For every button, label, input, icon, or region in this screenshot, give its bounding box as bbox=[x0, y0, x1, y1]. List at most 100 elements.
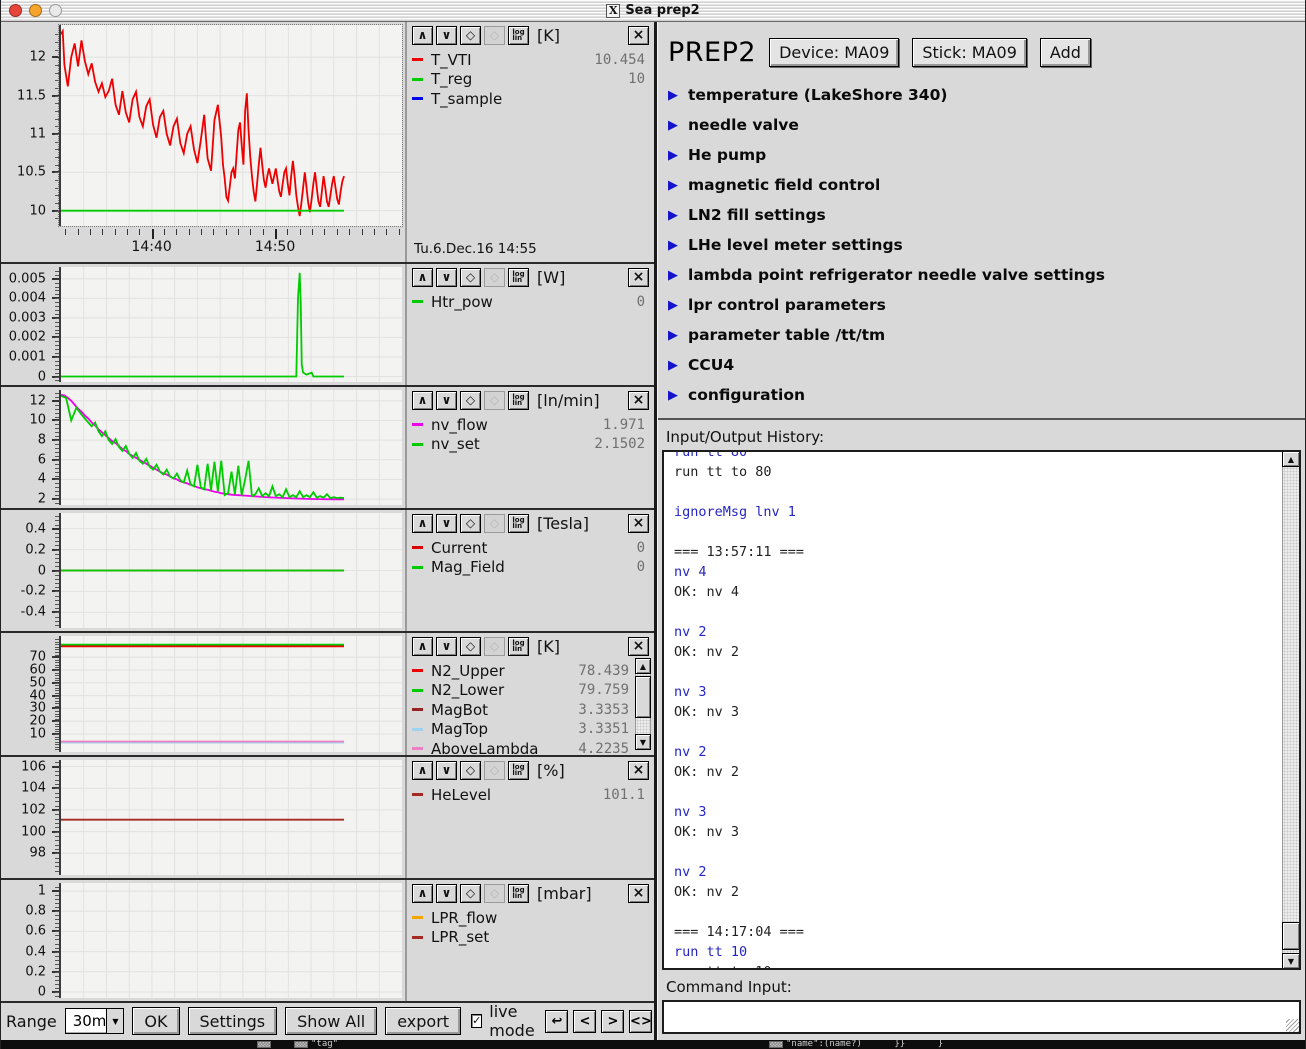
reset-zoom-button[interactable]: ↩ bbox=[545, 1010, 568, 1033]
export-button[interactable]: export bbox=[385, 1007, 461, 1035]
scroll-down-arrow-icon[interactable]: ▼ bbox=[635, 734, 651, 750]
legend-item-nv_set[interactable]: nv_set2.1502 bbox=[412, 435, 649, 455]
expand-triangle-icon[interactable]: ▶ bbox=[668, 118, 678, 133]
plot-0[interactable]: 14:4014:50 bbox=[59, 22, 405, 262]
legend-item-MagBot[interactable]: MagBot3.3353 bbox=[412, 700, 649, 720]
zoom-button[interactable]: ◇ bbox=[460, 761, 481, 780]
legend-item-N2_Upper[interactable]: N2_Upper78.439 bbox=[412, 661, 649, 681]
expand-triangle-icon[interactable]: ▶ bbox=[668, 208, 678, 223]
zoom-button[interactable]: ◇ bbox=[460, 884, 481, 903]
expand-triangle-icon[interactable]: ▶ bbox=[668, 88, 678, 103]
plot-1[interactable] bbox=[59, 264, 405, 385]
plot-6[interactable] bbox=[59, 880, 405, 1001]
legend-item-N2_Lower[interactable]: N2_Lower79.759 bbox=[412, 681, 649, 701]
close-window-button[interactable] bbox=[9, 4, 22, 17]
legend-item-T_reg[interactable]: T_reg10 bbox=[412, 70, 649, 90]
zoom-button[interactable]: ◇ bbox=[460, 26, 481, 45]
minimize-window-button[interactable] bbox=[29, 4, 42, 17]
scroll-up-button[interactable]: ∧ bbox=[412, 514, 433, 533]
tree-item-3[interactable]: ▶magnetic field control bbox=[668, 170, 1295, 200]
device-button[interactable]: Device: MA09 bbox=[769, 38, 899, 67]
close-chart-button[interactable]: × bbox=[628, 268, 649, 287]
scrollbar-thumb[interactable] bbox=[1282, 922, 1300, 950]
io-history-scrollbar[interactable]: ▲ ▼ bbox=[1282, 452, 1299, 968]
tree-item-5[interactable]: ▶LHe level meter settings bbox=[668, 230, 1295, 260]
add-button[interactable]: Add bbox=[1040, 38, 1091, 67]
show-all-button[interactable]: Show All bbox=[285, 1007, 377, 1035]
ok-button[interactable]: OK bbox=[132, 1007, 179, 1035]
log-lin-toggle-button[interactable]: loglin bbox=[508, 268, 529, 287]
close-chart-button[interactable]: × bbox=[628, 26, 649, 45]
tree-item-4[interactable]: ▶LN2 fill settings bbox=[668, 200, 1295, 230]
log-lin-toggle-button[interactable]: loglin bbox=[508, 26, 529, 45]
expand-triangle-icon[interactable]: ▶ bbox=[668, 268, 678, 283]
legend-item-Htr_pow[interactable]: Htr_pow0 bbox=[412, 292, 649, 312]
zoom-button[interactable]: ◇ bbox=[460, 391, 481, 410]
plot-5[interactable] bbox=[59, 757, 405, 878]
tree-item-10[interactable]: ▶configuration bbox=[668, 380, 1295, 410]
legend-item-T_VTI[interactable]: T_VTI10.454 bbox=[412, 50, 649, 70]
live-mode-checkbox[interactable]: ✓ bbox=[471, 1014, 482, 1028]
scroll-down-button[interactable]: ∨ bbox=[436, 26, 457, 45]
plot-3[interactable] bbox=[59, 510, 405, 631]
stick-button[interactable]: Stick: MA09 bbox=[912, 38, 1027, 67]
tree-item-8[interactable]: ▶parameter table /tt/tm bbox=[668, 320, 1295, 350]
log-lin-toggle-button[interactable]: loglin bbox=[508, 637, 529, 656]
expand-triangle-icon[interactable]: ▶ bbox=[668, 328, 678, 343]
plot-4[interactable] bbox=[59, 633, 405, 755]
log-lin-toggle-button[interactable]: loglin bbox=[508, 761, 529, 780]
legend-item-nv_flow[interactable]: nv_flow1.971 bbox=[412, 415, 649, 435]
legend-item-LPR_flow[interactable]: LPR_flow bbox=[412, 908, 649, 928]
settings-button[interactable]: Settings bbox=[188, 1007, 278, 1035]
scroll-up-button[interactable]: ∧ bbox=[412, 637, 433, 656]
scroll-down-button[interactable]: ∨ bbox=[436, 268, 457, 287]
tree-item-7[interactable]: ▶lpr control parameters bbox=[668, 290, 1295, 320]
expand-triangle-icon[interactable]: ▶ bbox=[668, 178, 678, 193]
close-chart-button[interactable]: × bbox=[628, 514, 649, 533]
log-lin-toggle-button[interactable]: loglin bbox=[508, 514, 529, 533]
log-lin-toggle-button[interactable]: loglin bbox=[508, 884, 529, 903]
titlebar[interactable]: X Sea prep2 bbox=[1, 0, 1305, 22]
close-chart-button[interactable]: × bbox=[628, 761, 649, 780]
resize-grip-icon[interactable] bbox=[1286, 1019, 1299, 1032]
scroll-up-button[interactable]: ∧ bbox=[412, 26, 433, 45]
scroll-down-button[interactable]: ∨ bbox=[436, 637, 457, 656]
plot-2[interactable] bbox=[59, 387, 405, 508]
tree-item-6[interactable]: ▶lambda point refrigerator needle valve … bbox=[668, 260, 1295, 290]
expand-button[interactable]: <> bbox=[629, 1010, 652, 1033]
legend-item-HeLevel[interactable]: HeLevel101.1 bbox=[412, 785, 649, 805]
zoom-button[interactable]: ◇ bbox=[460, 514, 481, 533]
pan-right-button[interactable]: > bbox=[601, 1010, 624, 1033]
legend-item-Current[interactable]: Current0 bbox=[412, 538, 649, 558]
log-lin-toggle-button[interactable]: loglin bbox=[508, 391, 529, 410]
expand-triangle-icon[interactable]: ▶ bbox=[668, 148, 678, 163]
legend-item-AboveLambda[interactable]: AboveLambda4.2235 bbox=[412, 739, 649, 759]
tree-item-0[interactable]: ▶temperature (LakeShore 340) bbox=[668, 80, 1295, 110]
legend-scrollbar[interactable]: ▲▼ bbox=[635, 658, 651, 750]
legend-item-Mag_Field[interactable]: Mag_Field0 bbox=[412, 558, 649, 578]
scroll-up-button[interactable]: ∧ bbox=[412, 884, 433, 903]
zoom-button[interactable]: ◇ bbox=[460, 637, 481, 656]
legend-item-T_sample[interactable]: T_sample bbox=[412, 89, 649, 109]
scroll-down-arrow-icon[interactable]: ▼ bbox=[1282, 953, 1300, 969]
tree-item-2[interactable]: ▶He pump bbox=[668, 140, 1295, 170]
pan-left-button[interactable]: < bbox=[573, 1010, 596, 1033]
expand-triangle-icon[interactable]: ▶ bbox=[668, 358, 678, 373]
zoom-window-button[interactable] bbox=[49, 4, 62, 17]
close-chart-button[interactable]: × bbox=[628, 884, 649, 903]
scroll-down-button[interactable]: ∨ bbox=[436, 884, 457, 903]
command-input[interactable] bbox=[664, 1002, 1299, 1032]
scroll-down-button[interactable]: ∨ bbox=[436, 391, 457, 410]
close-chart-button[interactable]: × bbox=[628, 637, 649, 656]
range-select[interactable]: 30m ▼ bbox=[65, 1008, 125, 1034]
expand-triangle-icon[interactable]: ▶ bbox=[668, 388, 678, 403]
tree-item-9[interactable]: ▶CCU4 bbox=[668, 350, 1295, 380]
scroll-up-arrow-icon[interactable]: ▲ bbox=[1282, 451, 1300, 467]
io-history-box[interactable]: run tt 80run tt to 80 ignoreMsg lnv 1 ==… bbox=[662, 450, 1301, 970]
legend-item-MagTop[interactable]: MagTop3.3351 bbox=[412, 720, 649, 740]
scroll-down-button[interactable]: ∨ bbox=[436, 514, 457, 533]
expand-triangle-icon[interactable]: ▶ bbox=[668, 298, 678, 313]
close-chart-button[interactable]: × bbox=[628, 391, 649, 410]
legend-item-LPR_set[interactable]: LPR_set bbox=[412, 928, 649, 948]
scroll-up-button[interactable]: ∧ bbox=[412, 391, 433, 410]
